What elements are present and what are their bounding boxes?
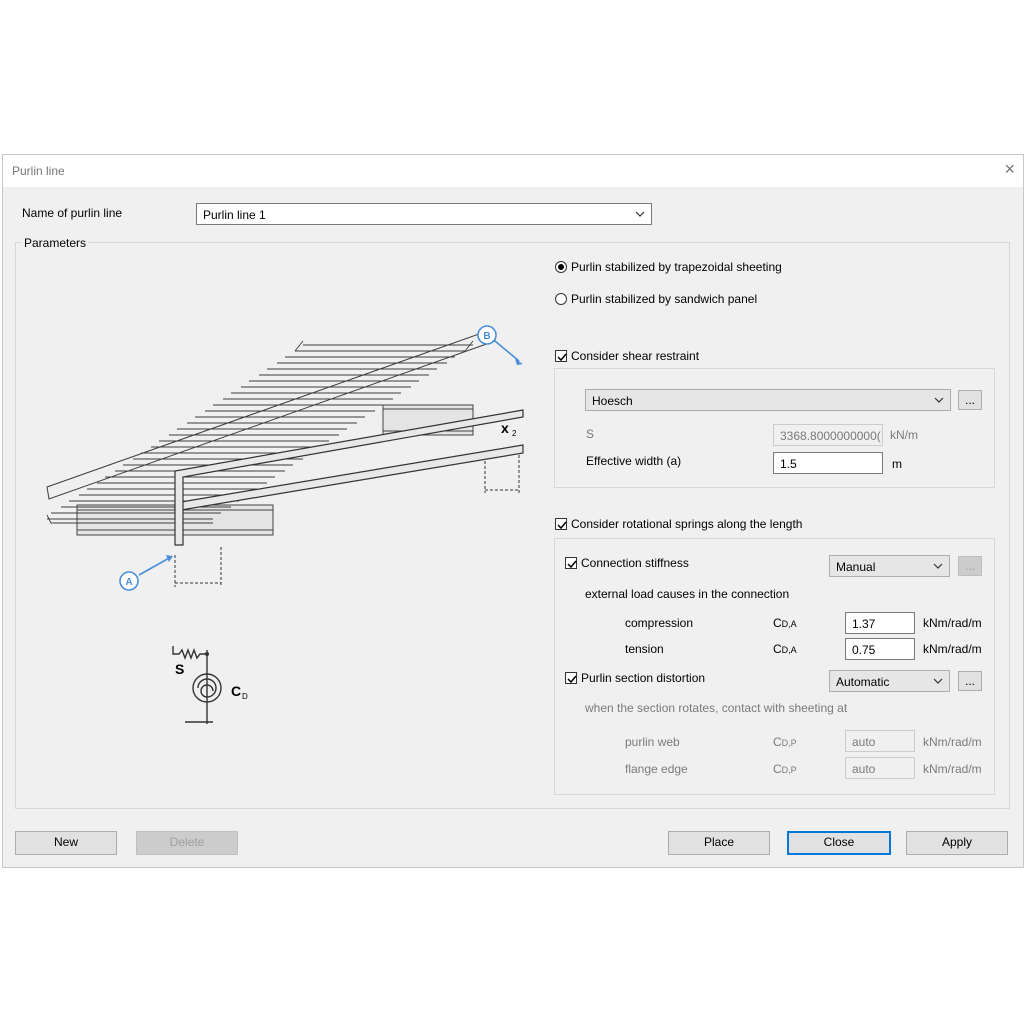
purlin-line-dialog: Purlin line × Name of purlin line Purlin…: [2, 154, 1024, 868]
manufacturer-value: Hoesch: [592, 394, 633, 408]
rotational-springs-checkbox[interactable]: [555, 518, 567, 530]
new-button[interactable]: New: [15, 831, 117, 855]
distortion-mode-value: Automatic: [836, 675, 890, 689]
purlin-web-symbol-c: C: [773, 735, 782, 749]
flange-edge-symbol: CD,P: [773, 762, 797, 776]
window-title: Purlin line: [12, 164, 65, 178]
distortion-note: when the section rotates, contact with s…: [585, 701, 848, 715]
flange-edge-unit: kNm/rad/m: [923, 762, 982, 776]
check-icon: [557, 521, 567, 530]
shear-restraint-checkbox[interactable]: [555, 350, 567, 362]
tension-label: tension: [625, 642, 664, 656]
purlin-web-field: auto: [845, 730, 915, 752]
manufacturer-combo[interactable]: Hoesch: [585, 389, 951, 411]
radio-sandwich[interactable]: [555, 293, 567, 305]
purlin-web-symbol: CD,P: [773, 735, 797, 749]
place-button[interactable]: Place: [668, 831, 770, 855]
connection-stiffness-checkbox[interactable]: [565, 557, 577, 569]
shear-restraint-label[interactable]: Consider shear restraint: [571, 349, 699, 363]
parameters-legend: Parameters: [22, 236, 89, 250]
close-button[interactable]: Close: [787, 831, 891, 855]
apply-button[interactable]: Apply: [906, 831, 1008, 855]
compression-field[interactable]: 1.37: [845, 612, 915, 634]
x1-label: x: [199, 590, 207, 595]
chevron-down-icon: [933, 563, 943, 569]
point-a-label: A: [125, 577, 132, 588]
purlin-web-symbol-sub: D,P: [781, 738, 797, 748]
connection-browse-button[interactable]: ...: [958, 556, 982, 576]
compression-unit: kNm/rad/m: [923, 616, 982, 630]
point-b-label: B: [483, 331, 490, 342]
distortion-browse-button[interactable]: ...: [958, 671, 982, 691]
flange-edge-symbol-c: C: [773, 762, 782, 776]
chevron-down-icon: [635, 211, 645, 217]
effective-width-label: Effective width (a): [586, 454, 682, 468]
spring-s-label: S: [175, 661, 184, 677]
tension-symbol-c: C: [773, 642, 782, 656]
connection-stiffness-label[interactable]: Connection stiffness: [581, 556, 689, 570]
compression-symbol: CD,A: [773, 616, 797, 630]
rotational-springs-label[interactable]: Consider rotational springs along the le…: [571, 517, 802, 531]
spring-cd-subscript: D: [242, 692, 248, 701]
purlin-line-name-combo[interactable]: Purlin line 1: [196, 203, 652, 225]
effective-width-field[interactable]: 1.5: [773, 452, 883, 474]
title-bar: Purlin line ×: [3, 155, 1023, 187]
manufacturer-browse-button[interactable]: ...: [958, 390, 982, 410]
check-icon: [567, 675, 577, 684]
connection-note: external load causes in the connection: [585, 587, 790, 601]
delete-button[interactable]: Delete: [136, 831, 238, 855]
radio-sandwich-label[interactable]: Purlin stabilized by sandwich panel: [571, 292, 757, 306]
section-distortion-label[interactable]: Purlin section distortion: [581, 671, 705, 685]
distortion-mode-combo[interactable]: Automatic: [829, 670, 950, 692]
tension-field[interactable]: 0.75: [845, 638, 915, 660]
purlin-web-unit: kNm/rad/m: [923, 735, 982, 749]
connection-mode-value: Manual: [836, 560, 876, 574]
compression-symbol-c: C: [773, 616, 782, 630]
flange-edge-symbol-sub: D,P: [781, 765, 797, 775]
compression-label: compression: [625, 616, 694, 630]
flange-edge-label: flange edge: [625, 762, 688, 776]
compression-symbol-sub: D,A: [781, 619, 797, 629]
effective-width-unit: m: [892, 457, 902, 471]
chevron-down-icon: [934, 397, 944, 403]
flange-edge-field: auto: [845, 757, 915, 779]
connection-mode-combo[interactable]: Manual: [829, 555, 950, 577]
purlin-line-name-value: Purlin line 1: [203, 208, 266, 222]
x2-label: x: [501, 420, 509, 436]
shear-s-field: 3368.8000000000(: [773, 424, 883, 446]
x2-subscript: 2: [512, 429, 517, 438]
close-window-icon[interactable]: ×: [1004, 159, 1015, 180]
rotational-spring-symbol: S C D: [172, 646, 248, 724]
shear-s-unit: kN/m: [890, 428, 918, 442]
shear-s-label: S: [586, 427, 595, 441]
check-icon: [557, 353, 567, 362]
tension-symbol: CD,A: [773, 642, 797, 656]
name-label: Name of purlin line: [22, 206, 123, 220]
chevron-down-icon: [933, 678, 943, 684]
section-distortion-checkbox[interactable]: [565, 672, 577, 684]
purlin-line-diagram: A B x 1 x 2: [46, 325, 524, 595]
check-icon: [567, 560, 577, 569]
tension-symbol-sub: D,A: [781, 645, 797, 655]
radio-trapezoidal-label[interactable]: Purlin stabilized by trapezoidal sheetin…: [571, 260, 782, 274]
radio-trapezoidal[interactable]: [555, 261, 567, 273]
tension-unit: kNm/rad/m: [923, 642, 982, 656]
purlin-web-label: purlin web: [625, 735, 680, 749]
spring-cd-label: C: [231, 683, 241, 699]
